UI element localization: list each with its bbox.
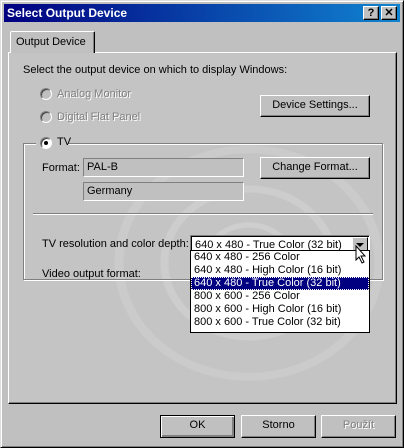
ok-button[interactable]: OK — [160, 415, 235, 438]
device-settings-button[interactable]: Device Settings... — [260, 95, 370, 117]
tab-label: Output Device — [16, 36, 86, 48]
format-label: Format: — [42, 162, 80, 174]
resolution-option[interactable]: 800 x 600 - True Color (32 bit) — [191, 316, 369, 329]
radio-label-tv: TV — [57, 136, 72, 148]
radio-analog-monitor[interactable] — [40, 88, 52, 100]
resolution-option[interactable]: 640 x 480 - 256 Color — [191, 251, 369, 264]
radio-dot-icon — [44, 141, 48, 145]
change-format-label: Change Format... — [272, 161, 358, 173]
apply-button[interactable]: Použít — [321, 415, 396, 438]
device-settings-label: Device Settings... — [272, 99, 358, 111]
resolution-dropdown-list: 640 x 480 - 256 Color 640 x 480 - High C… — [190, 250, 370, 333]
video-output-label: Video output format: — [42, 268, 141, 280]
country-field: Germany — [83, 182, 244, 201]
resolution-label: TV resolution and color depth: — [42, 238, 189, 250]
apply-label: Použít — [342, 419, 375, 431]
window-title: Select Output Device — [7, 6, 128, 20]
resolution-option[interactable]: 800 x 600 - 256 Color — [191, 290, 369, 303]
resolution-option-highlighted[interactable]: 640 x 480 - True Color (32 bit) — [191, 277, 369, 290]
tab-output-device[interactable]: Output Device — [10, 31, 95, 53]
change-format-button[interactable]: Change Format... — [260, 157, 370, 179]
radio-tv[interactable] — [40, 137, 52, 149]
title-bar[interactable]: Select Output Device ? ✕ — [4, 4, 400, 22]
radio-label-digital-flat-panel: Digital Flat Panel — [57, 111, 141, 123]
radio-label-analog-monitor: Analog Monitor — [57, 88, 131, 100]
help-button[interactable]: ? — [363, 6, 379, 20]
format-field: PAL-B — [83, 158, 244, 177]
resolution-option[interactable]: 640 x 480 - High Color (16 bit) — [191, 264, 369, 277]
radio-digital-flat-panel[interactable] — [40, 111, 52, 123]
cancel-button[interactable]: Storno — [241, 415, 316, 438]
tab-panel: Select the output device on which to dis… — [8, 52, 397, 404]
separator — [33, 213, 373, 215]
dialog-window: Select Output Device ? ✕ Output Device S… — [0, 0, 404, 448]
instruction-text: Select the output device on which to dis… — [23, 64, 288, 76]
cancel-label: Storno — [262, 419, 295, 431]
resolution-option[interactable]: 800 x 600 - High Color (16 bit) — [191, 303, 369, 316]
close-button[interactable]: ✕ — [381, 6, 397, 20]
ok-label: OK — [189, 419, 206, 431]
arrow-cursor-icon — [355, 245, 367, 264]
